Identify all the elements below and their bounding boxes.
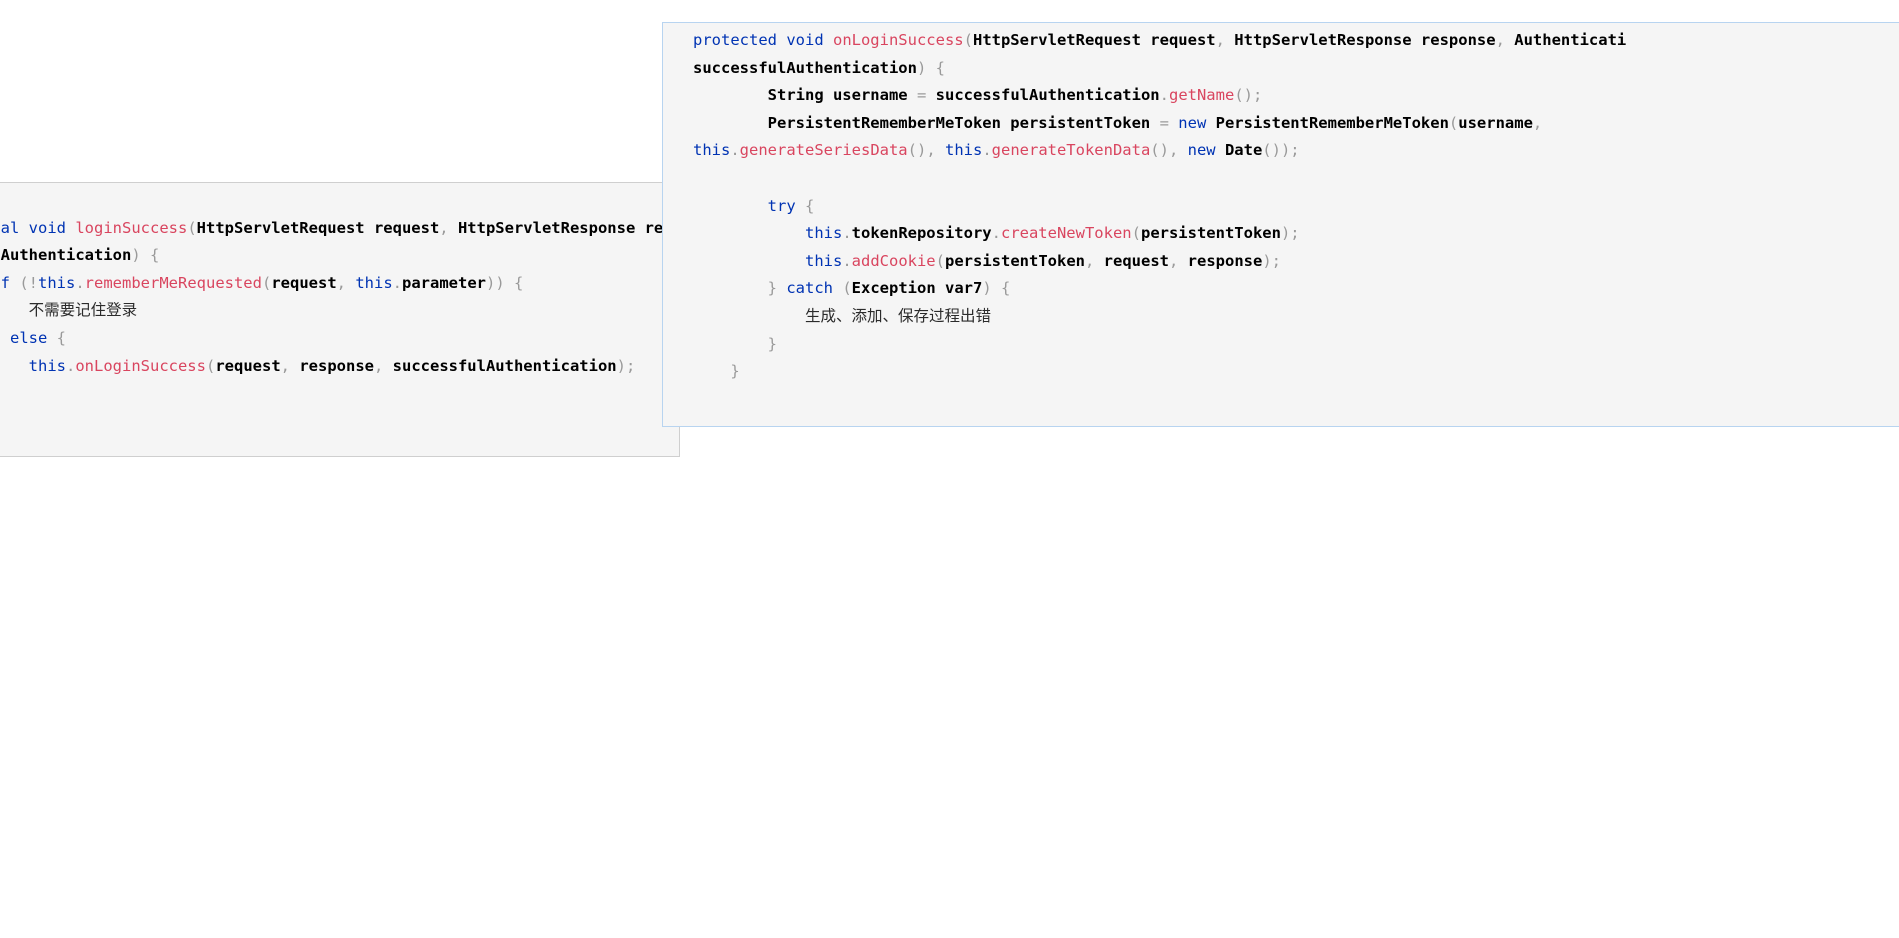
code-line: PersistentRememberMeToken persistentToke… bbox=[767, 113, 1543, 132]
code-line-comment-cn: 生成、添加、保存过程出错 bbox=[693, 306, 991, 325]
code-line: ssfulAuthentication) { bbox=[0, 246, 160, 265]
code-panel-persistent-token-based-remember-me-services: protected void onLoginSuccess(HttpServle… bbox=[662, 22, 1899, 427]
code-line: protected void onLoginSuccess(HttpServle… bbox=[693, 31, 1627, 49]
code-panel-left-body: c final void loginSuccess(HttpServletReq… bbox=[0, 183, 679, 414]
code-line: try { bbox=[767, 196, 815, 215]
code-panel-abstract-remember-me-services: c final void loginSuccess(HttpServletReq… bbox=[0, 182, 680, 457]
panel-left-header bbox=[0, 187, 679, 215]
code-line: c final void loginSuccess(HttpServletReq… bbox=[0, 218, 673, 237]
code-line: this.generateSeriesData(), this.generate… bbox=[693, 141, 1300, 160]
code-line: String username = successfulAuthenticati… bbox=[767, 86, 1263, 105]
code-line: } bbox=[0, 380, 679, 408]
code-line: this.tokenRepository.createNewToken(pers… bbox=[804, 224, 1300, 243]
code-line: } bbox=[730, 362, 740, 381]
code-line: this.addCookie(persistentToken, request,… bbox=[804, 251, 1281, 270]
code-line: } catch (Exception var7) { bbox=[767, 279, 1011, 298]
code-line: } bbox=[767, 334, 777, 353]
code-panel-top-right-body: protected void onLoginSuccess(HttpServle… bbox=[663, 23, 1899, 392]
code-line: successfulAuthentication) { bbox=[693, 58, 945, 77]
code-line: if (!this.rememberMeRequested(request, t… bbox=[0, 273, 524, 292]
code-line: } else { bbox=[0, 328, 67, 347]
screenshot-root: c final void loginSuccess(HttpServletReq… bbox=[0, 0, 1899, 938]
code-line: this.onLoginSuccess(request, response, s… bbox=[28, 356, 636, 375]
code-line-comment-cn: 不需要记住登录 bbox=[28, 301, 138, 320]
